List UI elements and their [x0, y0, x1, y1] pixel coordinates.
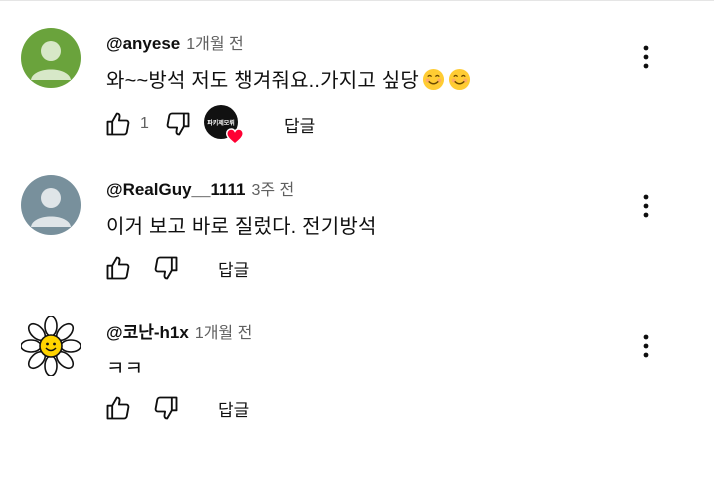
thumb-up-icon [106, 256, 130, 280]
reply-button[interactable]: 답글 [204, 250, 263, 287]
thumb-down-icon [154, 256, 178, 280]
comment-author[interactable]: @코난-h1x [106, 318, 189, 343]
comment-thread: @anyese 1개월 전 와~~방석 저도 챙겨줘요..가지고 싶당 1 파키… [0, 0, 714, 145]
comment-header: @RealGuy__1111 3주 전 [106, 176, 294, 200]
comment-text-content: 와~~방석 저도 챙겨줘요..가지고 싶당 [106, 70, 419, 92]
comment-header: @코난-h1x 1개월 전 [106, 318, 252, 342]
dislike-button[interactable] [160, 106, 196, 142]
smiling-face-emoji [448, 68, 470, 91]
comment-actions: 1 파키제모뤼 답글 [100, 104, 329, 145]
thumb-up-icon [106, 112, 130, 136]
more-vert-icon [643, 194, 649, 218]
daisy-flower-avatar-icon [21, 316, 81, 376]
like-button[interactable] [100, 390, 136, 426]
creator-heart-badge: 파키제모뤼 [204, 105, 244, 145]
like-button[interactable] [100, 250, 136, 286]
comment-header: @anyese 1개월 전 [106, 30, 244, 54]
thumb-down-icon [166, 112, 190, 136]
comment-text: 이거 보고 바로 질렀다. 전기방석 [106, 216, 377, 238]
avatar[interactable] [21, 316, 81, 376]
more-vert-icon [643, 334, 649, 358]
like-count: 1 [140, 115, 149, 132]
reply-button[interactable]: 답글 [204, 390, 263, 427]
dislike-button[interactable] [148, 390, 184, 426]
more-vert-icon [643, 45, 649, 69]
comment-author[interactable]: @anyese [106, 34, 180, 54]
reply-button[interactable]: 답글 [270, 106, 329, 143]
comment-thread: @RealGuy__1111 3주 전 이거 보고 바로 질렀다. 전기방석 답… [0, 146, 714, 286]
default-avatar-icon [21, 175, 81, 235]
comment-author[interactable]: @RealGuy__1111 [106, 180, 245, 200]
heart-icon [226, 128, 244, 145]
avatar[interactable] [21, 175, 81, 235]
dislike-button[interactable] [148, 250, 184, 286]
thumb-up-icon [106, 396, 130, 420]
comment-text: ㅋㅋ [106, 358, 144, 380]
comment-actions: 답글 [100, 388, 263, 428]
avatar[interactable] [21, 28, 81, 88]
thumb-down-icon [154, 396, 178, 420]
comment-timestamp[interactable]: 1개월 전 [186, 30, 244, 54]
like-button[interactable] [100, 106, 136, 142]
comment-actions: 답글 [100, 248, 263, 288]
comment-text: 와~~방석 저도 챙겨줘요..가지고 싶당 [106, 64, 471, 93]
smiling-face-emoji [422, 68, 444, 91]
comment-menu-button[interactable] [630, 37, 662, 77]
comment-timestamp[interactable]: 3주 전 [251, 176, 294, 200]
comment-menu-button[interactable] [630, 326, 662, 366]
comment-thread: @코난-h1x 1개월 전 ㅋㅋ 답글 [0, 288, 714, 428]
comment-timestamp[interactable]: 1개월 전 [195, 319, 253, 343]
default-avatar-icon [21, 28, 81, 88]
comment-menu-button[interactable] [630, 186, 662, 226]
